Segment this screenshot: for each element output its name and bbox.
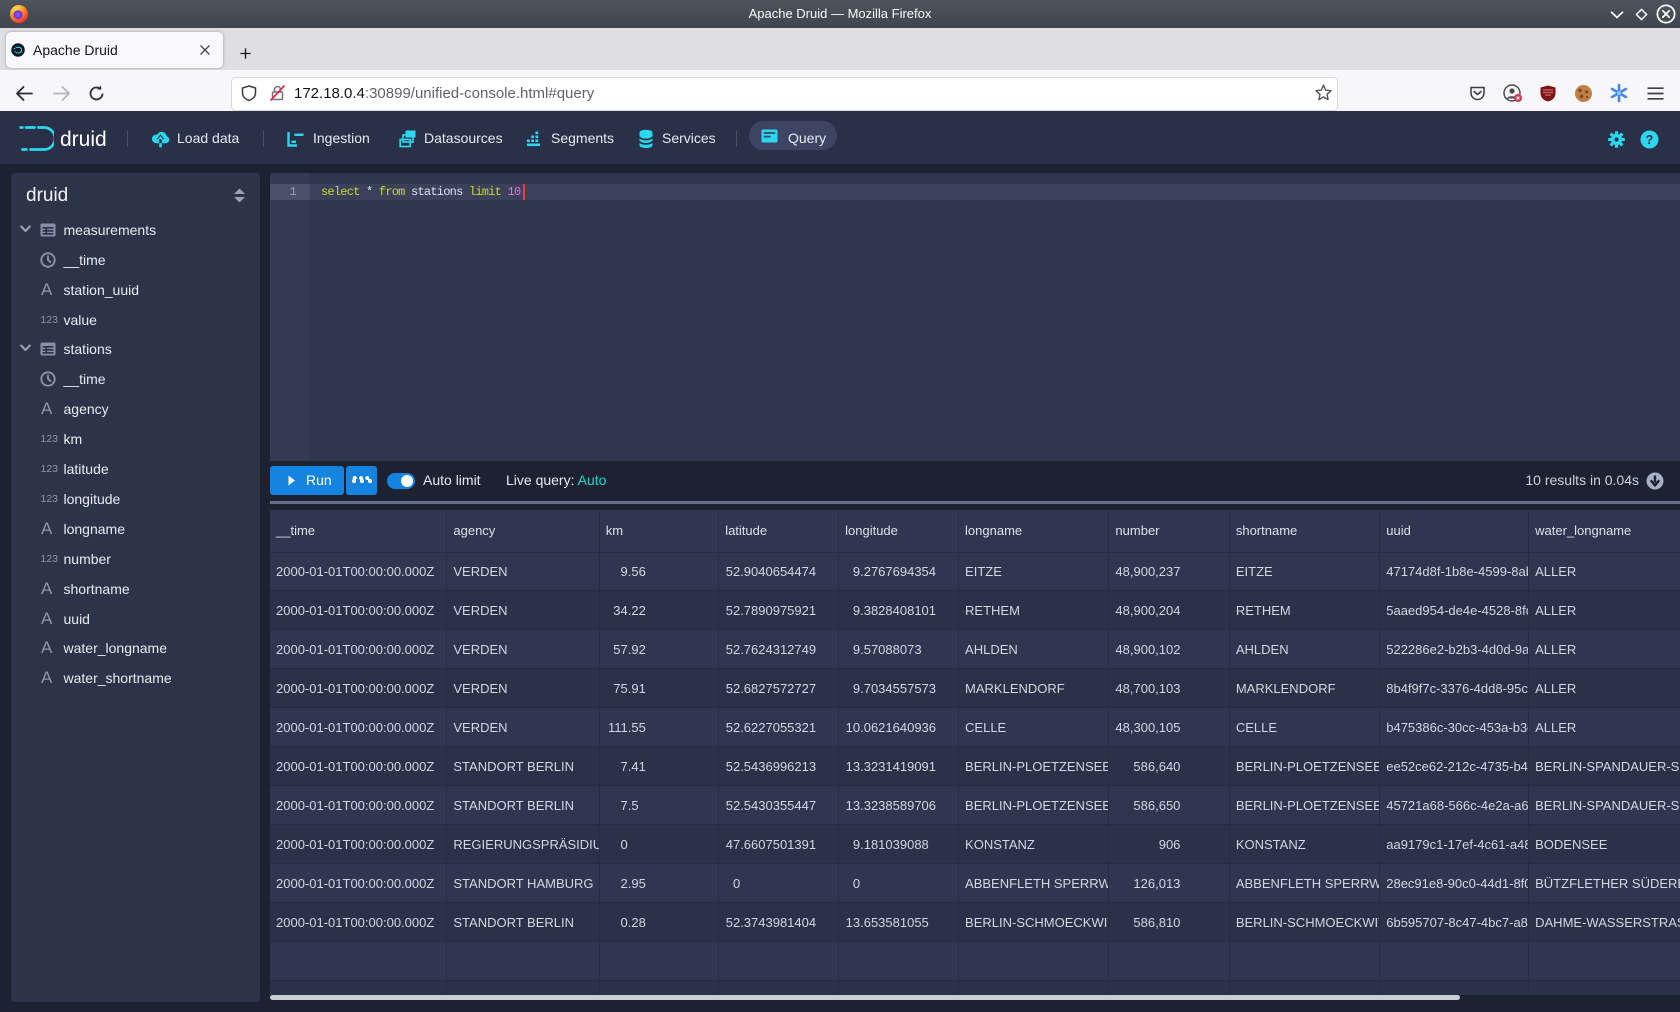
svg-text:?: ? [1646, 133, 1654, 147]
